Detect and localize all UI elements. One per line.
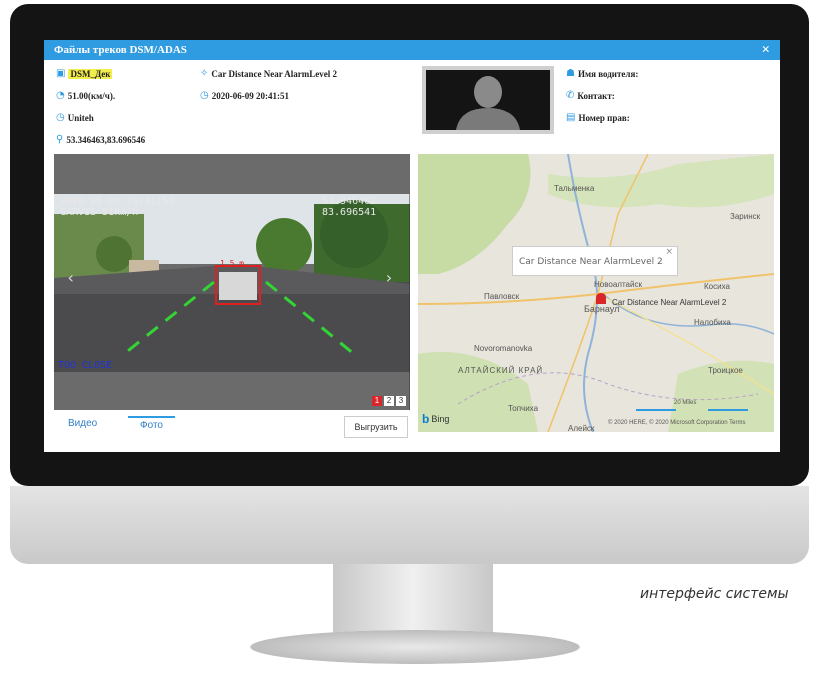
contact-field: ✆ Контакт: xyxy=(566,90,615,101)
map-label-pavlovsk: Павловск xyxy=(484,292,520,301)
license-field: ▤ Номер прав: xyxy=(566,112,630,123)
map-scale: 20 Miles xyxy=(674,400,697,406)
osd-datetime: 2020-06-09 20:41:50 xyxy=(60,196,175,207)
speed-value: 51.00(км/ч). xyxy=(67,90,116,101)
map-label-talmenka: Тальменка xyxy=(554,184,595,193)
company-value: Uniteh xyxy=(67,112,94,123)
monitor-chin xyxy=(10,486,809,564)
map-label-topchikha: Топчиха xyxy=(508,404,539,413)
location-pin-icon: ⚲ xyxy=(56,134,64,145)
next-arrow-icon[interactable]: › xyxy=(384,270,394,286)
map-copyright[interactable]: © 2020 HERE, © 2020 Microsoft Corporatio… xyxy=(608,420,745,426)
warning-label: TOO CLOSE xyxy=(58,360,113,371)
datetime-value: 2020-06-09 20:41:51 xyxy=(211,90,289,101)
map-label-kosikha: Косиха xyxy=(704,282,730,291)
map-popup: Car Distance Near AlarmLevel 2 × xyxy=(512,246,678,276)
map-marker-icon[interactable] xyxy=(594,292,608,306)
device-icon: ▣ xyxy=(56,68,66,79)
monitor-stand-neck xyxy=(333,564,493,634)
alarm-field: ✧ Car Distance Near AlarmLevel 2 xyxy=(200,68,337,79)
license-label: Номер прав: xyxy=(578,112,630,123)
time-icon: ◷ xyxy=(200,90,209,101)
pager: 1 2 3 xyxy=(372,396,406,406)
osd-longitude: 83.696541 xyxy=(322,207,377,218)
osd-latitude: 53.346462 xyxy=(322,196,377,207)
map-label-zarinsk: Заринск xyxy=(730,212,761,221)
user-icon: ☗ xyxy=(566,68,575,79)
map-label-troitskoe: Троицкое xyxy=(708,366,743,375)
coordinates-field: ⚲ 53.346463,83.696546 xyxy=(56,134,145,145)
driver-name-label: Имя водителя: xyxy=(577,68,639,79)
titlebar: Файлы треков DSM/ADAS × xyxy=(44,40,780,60)
alarm-value: Car Distance Near AlarmLevel 2 xyxy=(211,68,338,79)
map-marker-label: Car Distance Near AlarmLevel 2 xyxy=(612,298,727,307)
alarm-icon: ✧ xyxy=(200,68,209,79)
bing-logo: b Bing xyxy=(422,412,449,426)
osd-device: GARVIS 51km/h xyxy=(60,207,139,218)
monitor-stand-base xyxy=(250,630,580,664)
contact-label: Контакт: xyxy=(577,90,615,101)
driver-name-field: ☗ Имя водителя: xyxy=(566,68,638,79)
datetime-field: ◷ 2020-06-09 20:41:51 xyxy=(200,90,289,101)
speedometer-icon: ◔ xyxy=(56,90,65,101)
video-snapshot[interactable]: 2020-06-09 20:41:50 GARVIS 51km/h 53.346… xyxy=(54,154,410,410)
export-button[interactable]: Выгрузить xyxy=(344,416,408,438)
phone-icon: ✆ xyxy=(566,90,575,101)
tab-video[interactable]: Видео xyxy=(68,418,97,429)
road-scene xyxy=(54,154,410,410)
map-label-region: АЛТАЙСКИЙ КРАЙ xyxy=(458,366,544,375)
driver-silhouette-icon xyxy=(426,70,550,130)
prev-arrow-icon[interactable]: ‹ xyxy=(66,270,76,286)
device-value: DSM_Дек xyxy=(68,68,113,79)
caption: интерфейс системы xyxy=(640,586,789,602)
company-field: ◷ Uniteh xyxy=(56,112,94,123)
info-panel: ▣ DSM_Дек ◔ 51.00(км/ч). ◷ Uniteh ⚲ 53.3… xyxy=(44,60,780,152)
id-card-icon: ▤ xyxy=(566,112,576,123)
close-icon[interactable]: × xyxy=(761,42,770,59)
map-popup-text: Car Distance Near AlarmLevel 2 xyxy=(519,257,663,267)
speed-field: ◔ 51.00(км/ч). xyxy=(56,90,115,101)
car-distance-label: 1.5 m xyxy=(220,259,245,268)
popup-close-icon[interactable]: × xyxy=(665,237,673,267)
clock-icon: ◷ xyxy=(56,112,65,123)
dialog-window: Файлы треков DSM/ADAS × ▣ DSM_Дек ◔ 51.0… xyxy=(44,40,780,452)
bing-label: Bing xyxy=(431,414,450,424)
tab-photo[interactable]: Фото xyxy=(128,416,175,431)
driver-photo-image xyxy=(426,70,550,130)
page-2[interactable]: 2 xyxy=(384,396,394,406)
map-label-novoromanovka: Novoromanovka xyxy=(474,344,533,353)
bing-icon: b xyxy=(422,412,430,426)
map-label-novoaltaisk: Новоалтайск xyxy=(594,280,642,289)
page-1[interactable]: 1 xyxy=(372,396,382,406)
page-3[interactable]: 3 xyxy=(396,396,406,406)
coordinates-value: 53.346463,83.696546 xyxy=(66,134,146,145)
map-panel[interactable]: Тальменка Заринск Новоалтайск Барнаул Па… xyxy=(418,154,774,432)
map-label-aleisk: Алейск xyxy=(568,424,595,432)
window-title: Файлы треков DSM/ADAS xyxy=(54,44,187,56)
device-field: ▣ DSM_Дек xyxy=(56,68,113,79)
driver-photo xyxy=(422,66,554,134)
map-label-nalobikha: Налобиха xyxy=(694,318,731,327)
